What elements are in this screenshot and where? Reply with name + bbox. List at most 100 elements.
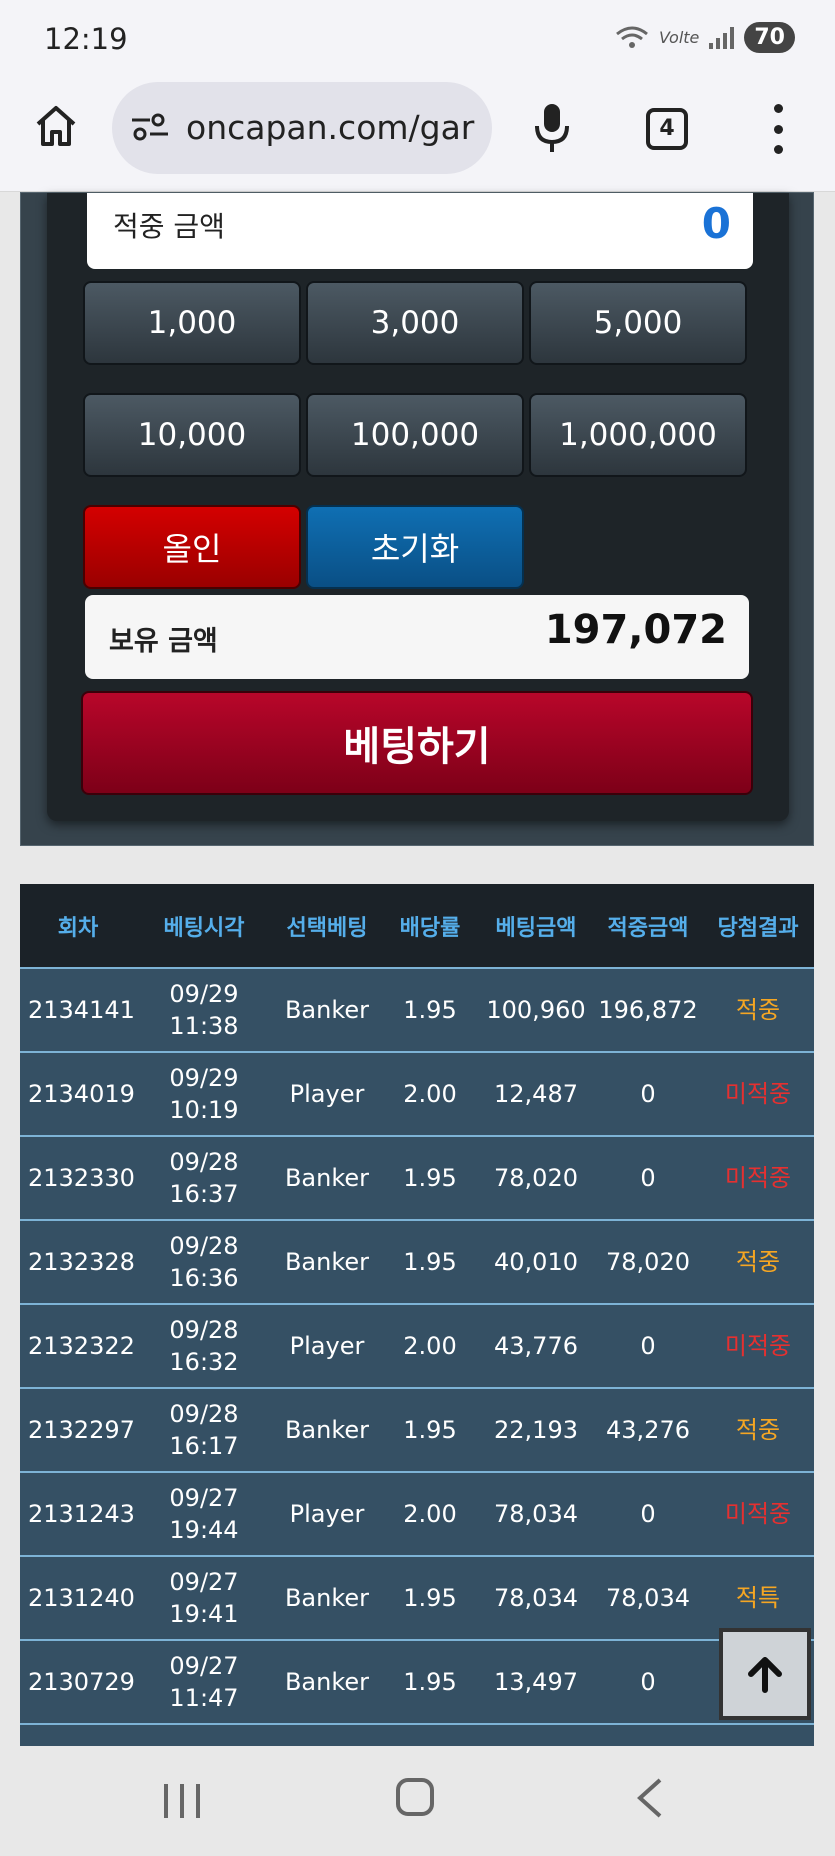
table-row: 2131243 09/27 19:44 Player 2.00 78,034 0 미적중 [20, 1472, 814, 1556]
result-cell: 미적중 [724, 1164, 792, 1192]
odds-cell [382, 1724, 478, 1746]
site-settings-icon[interactable] [130, 112, 170, 142]
round-cell: 2131240 [28, 1584, 135, 1612]
bet-panel-inner: 적중 금액 0 1,000 3,000 5,000 10,000 100,000… [47, 193, 789, 821]
header-round: 회차 [57, 915, 99, 941]
bet-history-table[interactable]: 회차 베팅시각 선택베팅 배당률 베팅금액 적중금액 당첨결과 2134141 0… [20, 884, 814, 1746]
battery-badge: 70 [744, 22, 795, 53]
table-row: 2132297 09/28 16:17 Banker 1.95 22,193 43,276 적… [20, 1388, 814, 1472]
bet-clock-time: 16:37 [169, 1180, 239, 1208]
result-cell: 적중 [735, 1248, 781, 1276]
bet-date: 09/28 [169, 1400, 239, 1428]
bet-amount-cell: 78,034 [494, 1584, 578, 1612]
round-cell: 2132297 [28, 1416, 135, 1444]
bet-clock-time: 11:38 [169, 1012, 239, 1040]
bet-date: 09/29 [169, 1064, 239, 1092]
arrow-up-icon [748, 1657, 782, 1693]
bet-time-cell: 09/27 19:44 [136, 1472, 272, 1556]
round-cell: 2130729 [28, 1668, 135, 1696]
nav-home-icon[interactable] [396, 1778, 434, 1816]
place-bet-button[interactable]: 베팅하기 [81, 691, 753, 795]
balance-value: 197,072 [544, 607, 727, 653]
result-cell: 미적중 [724, 1080, 792, 1108]
header-odds: 배당률 [399, 915, 461, 941]
bet-date: 09/27 [169, 1652, 239, 1680]
hit-amount-cell: 0 [640, 1668, 656, 1696]
bet-date: 09/27 [169, 1568, 239, 1596]
bet-amount-cell: 78,034 [494, 1500, 578, 1528]
header-hit-amount: 적중금액 [607, 915, 689, 941]
bet-amount-cell: 43,776 [494, 1332, 578, 1360]
address-bar[interactable]: oncapan.com/gar [112, 82, 492, 174]
pick-cell: Banker [284, 1248, 370, 1276]
odds-cell: 1.95 [403, 1416, 457, 1444]
header-result: 당첨결과 [717, 915, 799, 941]
hit-amount-cell: 0 [640, 1332, 656, 1360]
pick-cell: Player [289, 1500, 365, 1528]
hit-amount-value: 0 [701, 199, 731, 248]
hit-amount-cell: 0 [640, 1080, 656, 1108]
bet-time-cell: 09/28 16:17 [136, 1388, 272, 1472]
hit-amount-cell: 78,020 [606, 1248, 690, 1276]
bet-amount-cell: 78,020 [494, 1164, 578, 1192]
pick-cell [272, 1724, 382, 1746]
bet-amount-cell: 40,010 [494, 1248, 578, 1276]
pick-cell: Banker [284, 1416, 370, 1444]
bet-time-cell: 09/28 16:32 [136, 1304, 272, 1388]
result-cell [702, 1724, 814, 1746]
round-cell: 2134141 [28, 996, 135, 1024]
bet-clock-time: 16:32 [169, 1348, 239, 1376]
odds-cell: 1.95 [403, 1668, 457, 1696]
scroll-to-top-button[interactable] [719, 1628, 811, 1720]
table-row: 2132328 09/28 16:36 Banker 1.95 40,010 78,020 적… [20, 1220, 814, 1304]
bet-amount-cell: 100,960 [486, 996, 586, 1024]
chip-button-10000[interactable]: 10,000 [83, 393, 301, 477]
more-options-icon[interactable] [770, 104, 786, 154]
bet-time-cell: 09/27 19:41 [136, 1556, 272, 1640]
volte-label: Volte [659, 28, 700, 47]
hit-amount-label: 적중 금액 [113, 210, 225, 243]
all-in-button[interactable]: 올인 [83, 505, 301, 589]
table-row: 2134141 09/29 11:38 Banker 1.95 100,960 196,87… [20, 968, 814, 1052]
chip-button-3000[interactable]: 3,000 [306, 281, 524, 365]
hit-amount-cell: 43,276 [606, 1416, 690, 1444]
bet-amount-cell: 22,193 [494, 1416, 578, 1444]
header-pick: 선택베팅 [286, 915, 368, 941]
back-icon[interactable] [636, 1778, 664, 1818]
bet-date: 09/28 [169, 1232, 239, 1260]
url-text: oncapan.com/gar [186, 108, 475, 147]
pick-cell: Player [289, 1332, 365, 1360]
tab-switcher-button[interactable]: 4 [646, 108, 688, 150]
bet-amount-cell: 13,497 [494, 1668, 578, 1696]
table-row: 09/27 [20, 1724, 814, 1746]
bet-date: 09/29 [169, 980, 239, 1008]
bet-time-cell: 09/27 11:47 [136, 1640, 272, 1724]
bet-amount-cell [478, 1724, 594, 1746]
microphone-icon[interactable] [532, 100, 572, 156]
status-icons: Volte 70 [615, 22, 795, 53]
browser-toolbar: oncapan.com/gar 4 [0, 78, 835, 192]
recent-apps-icon[interactable] [164, 1784, 200, 1818]
bet-time-cell: 09/28 16:36 [136, 1220, 272, 1304]
home-icon[interactable] [32, 102, 80, 150]
chip-button-5000[interactable]: 5,000 [529, 281, 747, 365]
bet-clock-time: 16:17 [169, 1432, 239, 1460]
bet-clock-time: 10:19 [169, 1096, 239, 1124]
reset-button[interactable]: 초기화 [306, 505, 524, 589]
header-bet-time: 베팅시각 [163, 915, 245, 941]
odds-cell: 2.00 [403, 1332, 457, 1360]
chip-button-1000[interactable]: 1,000 [83, 281, 301, 365]
bet-time-cell: 09/28 16:37 [136, 1136, 272, 1220]
hit-amount-cell: 196,872 [598, 996, 698, 1024]
pick-cell: Banker [284, 1584, 370, 1612]
round-cell: 2132322 [28, 1332, 135, 1360]
bet-clock-time: 19:44 [169, 1516, 239, 1544]
table-row: 213072909/2711:47Banker1.9513,4970미적중 [20, 1640, 814, 1724]
round-cell: 2132330 [28, 1164, 135, 1192]
bet-panel: 적중 금액 0 1,000 3,000 5,000 10,000 100,000… [20, 192, 814, 846]
table-row: 2132322 09/28 16:32 Player 2.00 43,776 0 미적중 [20, 1304, 814, 1388]
chip-button-1000000[interactable]: 1,000,000 [529, 393, 747, 477]
table-row: 2131240 09/27 19:41 Banker 1.95 78,034 78,034 적… [20, 1556, 814, 1640]
chip-button-100000[interactable]: 100,000 [306, 393, 524, 477]
wifi-icon [616, 26, 648, 48]
